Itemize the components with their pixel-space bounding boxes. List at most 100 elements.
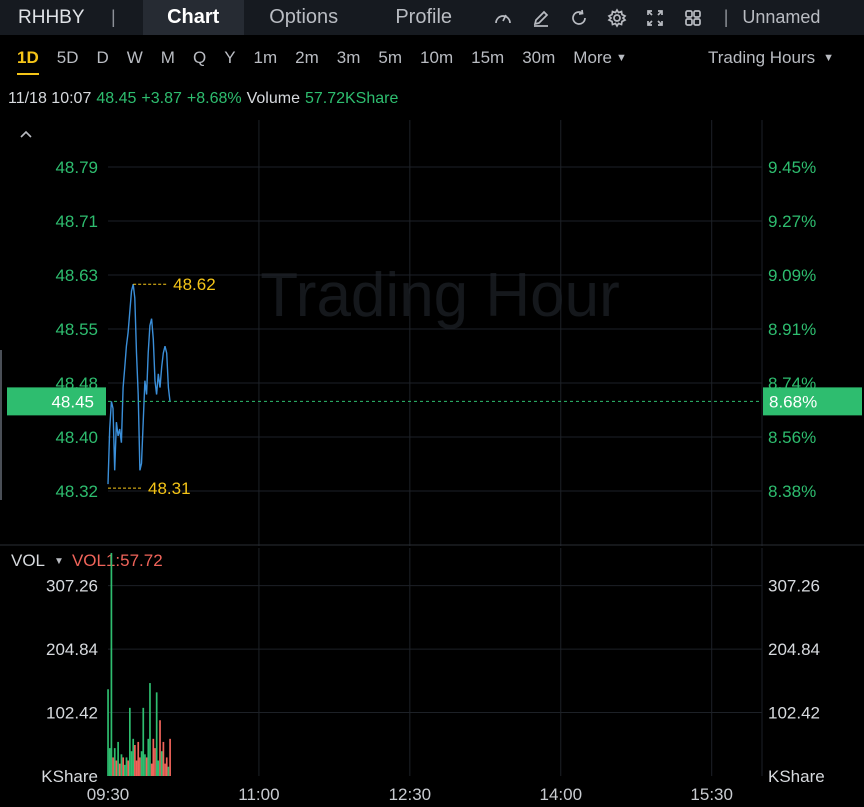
volume-bar [120, 754, 123, 776]
gear-icon[interactable] [606, 7, 628, 29]
price-chart[interactable]: Trading Hour 48.79 9.45% 48.71 9.27% 48.63 9.0… [0, 120, 864, 546]
volume-tick-right: 204.84 [768, 640, 820, 659]
fullscreen-icon[interactable] [644, 7, 666, 29]
tab-profile[interactable]: Profile [364, 0, 484, 35]
period-3m[interactable]: 3m [328, 38, 370, 78]
volume-bar [108, 748, 111, 776]
volume-bar [135, 760, 138, 776]
volume-bar [142, 707, 145, 776]
volume-bar [125, 757, 128, 776]
volume-bar [137, 741, 140, 776]
period-15m[interactable]: 15m [462, 38, 513, 78]
volume-bar [152, 738, 155, 776]
volume-bar [130, 751, 133, 776]
volume-unit-right: KShare [768, 767, 825, 786]
time-tick-label: 12:30 [389, 785, 432, 804]
volume-bar [159, 720, 161, 776]
volume-bar [154, 748, 156, 776]
layout-grid-icon[interactable] [682, 7, 704, 29]
current-price-tag-label: 48.45 [51, 392, 94, 411]
volume-bar [129, 707, 131, 776]
volume-bar [144, 754, 146, 776]
max-marker-label: 48.62 [173, 275, 216, 294]
volume-bar [113, 748, 116, 776]
price-tick-right: 8.91% [768, 320, 816, 339]
price-tick-left: 48.55 [55, 320, 98, 339]
period-q[interactable]: Q [184, 38, 215, 78]
speedometer-icon[interactable] [492, 7, 514, 29]
volume-bar [149, 683, 151, 776]
quote-change: +3.87 [141, 90, 182, 107]
price-tick-right: 8.38% [768, 482, 816, 501]
volume-bar [164, 763, 166, 776]
price-series-line [107, 284, 171, 485]
time-tick-label: 11:00 [238, 785, 279, 804]
quote-info-line: 11/18 10:07 48.45 +3.87 +8.68% Volume 57.72KS… [8, 90, 403, 108]
volume-bar [139, 757, 141, 776]
price-tick-left: 48.71 [55, 212, 98, 231]
period-30m[interactable]: 30m [513, 38, 564, 78]
volume-bar [117, 741, 119, 776]
volume-unit-left: KShare [41, 767, 98, 786]
volume-bar [115, 760, 118, 776]
more-label: More [573, 48, 613, 67]
period-y[interactable]: Y [215, 38, 244, 78]
volume-bar [157, 760, 160, 776]
volume-bar [167, 766, 170, 776]
volume-bar [150, 763, 153, 776]
volume-bar [123, 764, 126, 776]
quote-change-pct: +8.68% [186, 90, 242, 107]
quote-datetime: 11/18 10:07 [8, 90, 92, 107]
quote-volume: 57.72KShare [304, 90, 399, 107]
volume-tick-left: 307.26 [46, 577, 98, 596]
period-5d[interactable]: 5D [48, 38, 88, 78]
refresh-icon[interactable] [568, 7, 590, 29]
more-periods-button[interactable]: More ▼ [564, 38, 636, 78]
pen-icon[interactable] [530, 7, 552, 29]
price-tick-left: 48.32 [55, 482, 98, 501]
period-2m[interactable]: 2m [286, 38, 328, 78]
time-tick-label: 09:30 [87, 785, 130, 804]
volume-chart[interactable]: 307.26 307.26 204.84 204.84 102.42 102.42 KSha… [0, 548, 864, 807]
current-pct-tag-label: 8.68% [769, 392, 817, 411]
volume-bar [160, 751, 163, 776]
caret-down-icon: ▼ [823, 52, 834, 64]
period-10m[interactable]: 10m [411, 38, 462, 78]
time-tick-label: 15:30 [690, 785, 733, 804]
toolbar-separator: | [723, 7, 729, 27]
period-d[interactable]: D [87, 38, 117, 78]
period-1d[interactable]: 1D [8, 38, 48, 78]
volume-bar [110, 552, 113, 776]
volume-bar [162, 741, 165, 776]
volume-bar [134, 745, 136, 776]
trading-hours-dropdown[interactable]: Trading Hours ▼ [708, 38, 834, 78]
chart-watermark: Trading Hour [260, 261, 620, 330]
price-tick-right: 9.09% [768, 266, 816, 285]
caret-down-icon: ▼ [616, 52, 627, 64]
volume-bar [118, 763, 121, 776]
tab-options[interactable]: Options [244, 0, 364, 35]
period-5m[interactable]: 5m [369, 38, 411, 78]
price-tick-right: 9.45% [768, 158, 816, 177]
period-bar: 1D 5D D W M Q Y 1m 2m 3m 5m 10m 15m 30m … [0, 38, 864, 78]
volume-bar [147, 738, 150, 776]
price-tick-right: 8.56% [768, 428, 816, 447]
tab-chart[interactable]: Chart [142, 0, 244, 35]
period-1m[interactable]: 1m [245, 38, 287, 78]
quote-price: 48.45 [96, 90, 137, 107]
period-w[interactable]: W [118, 38, 152, 78]
volume-bar [107, 689, 109, 776]
volume-label: Volume [246, 90, 300, 107]
price-tick-right: 9.27% [768, 212, 816, 231]
period-m[interactable]: M [152, 38, 184, 78]
time-tick-label: 14:00 [539, 785, 582, 804]
min-marker-label: 48.31 [148, 479, 191, 498]
layout-name[interactable]: Unnamed [742, 7, 820, 28]
ticker-symbol[interactable]: RHHBY [0, 7, 105, 29]
volume-bar [155, 692, 158, 776]
volume-tick-left: 102.42 [46, 704, 98, 723]
trading-hours-label: Trading Hours [708, 48, 816, 67]
toolbar-separator: | [111, 7, 116, 27]
volume-bar [145, 757, 148, 776]
price-tick-left: 48.63 [55, 266, 98, 285]
